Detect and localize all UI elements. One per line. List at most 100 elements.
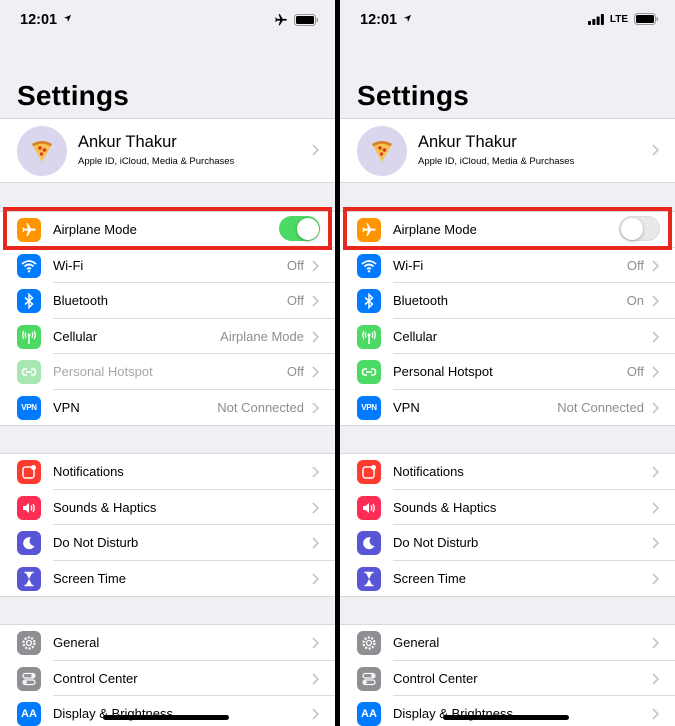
chevron-right-icon: [312, 572, 319, 585]
toggles-icon: [357, 666, 381, 691]
apple-id-profile-row[interactable]: Ankur Thakur Apple ID, iCloud, Media & P…: [0, 118, 335, 183]
general-row[interactable]: General: [0, 625, 335, 661]
general-group: General Control Center AA Display & Brig…: [0, 624, 335, 726]
page-title: Settings: [357, 80, 470, 111]
personal-hotspot-icon: [17, 360, 41, 384]
control-center-row[interactable]: Control Center: [0, 661, 335, 696]
avatar: [17, 126, 67, 176]
airplane-mode-toggle[interactable]: [619, 216, 660, 241]
chevron-right-icon: [312, 259, 319, 272]
airplane-mode-row: Airplane Mode: [0, 212, 335, 248]
pizza-icon: [372, 141, 392, 162]
notifications-row[interactable]: Notifications: [0, 454, 335, 490]
home-indicator[interactable]: [443, 715, 569, 720]
wifi-value: Off: [626, 257, 644, 273]
cellular-label: Cellular: [393, 328, 438, 344]
moon-icon: [17, 531, 41, 555]
bluetooth-icon: [357, 289, 381, 313]
hourglass-icon: [17, 566, 41, 591]
cellular-row[interactable]: Cellular Airplane Mode: [0, 319, 335, 354]
airplane-mode-toggle[interactable]: [279, 216, 320, 241]
airplane-status-icon: [275, 14, 287, 26]
home-indicator[interactable]: [103, 715, 229, 720]
do-not-disturb-row[interactable]: Do Not Disturb: [340, 525, 675, 561]
do-not-disturb-row[interactable]: Do Not Disturb: [0, 525, 335, 561]
status-time: 12:01: [20, 12, 58, 28]
notifications-icon: [17, 460, 41, 484]
wifi-row[interactable]: Wi-Fi Off: [0, 248, 335, 283]
general-group: General Control Center AA Display & Brig…: [340, 624, 675, 726]
screen-time-row[interactable]: Screen Time: [340, 561, 675, 597]
avatar: [357, 126, 407, 176]
bluetooth-row[interactable]: Bluetooth On: [340, 283, 675, 319]
bluetooth-value: On: [626, 293, 644, 308]
control-center-row[interactable]: Control Center: [340, 661, 675, 696]
chevron-right-icon: [312, 708, 319, 720]
status-bar: 12:01 LTE: [340, 0, 675, 42]
bluetooth-label: Bluetooth: [393, 293, 448, 308]
connectivity-group: Airplane Mode Wi-Fi Off Bluetooth Off Ce…: [0, 211, 335, 426]
chevron-right-icon: [652, 259, 659, 272]
personal-hotspot-icon: [357, 360, 381, 384]
chevron-right-icon: [652, 401, 659, 414]
cellular-antenna-icon: [357, 324, 381, 349]
personal-hotspot-row[interactable]: Personal Hotspot Off: [340, 354, 675, 390]
location-arrow-icon: [63, 14, 72, 23]
apple-id-profile-row[interactable]: Ankur Thakur Apple ID, iCloud, Media & P…: [340, 118, 675, 183]
chevron-right-icon: [312, 295, 319, 307]
gear-icon: [17, 631, 41, 655]
chevron-right-icon: [652, 708, 659, 720]
vpn-value: Not Connected: [217, 399, 304, 415]
chevron-right-icon: [652, 144, 659, 156]
location-arrow-icon: [403, 14, 412, 23]
bluetooth-row[interactable]: Bluetooth Off: [0, 283, 335, 319]
notifications-group: Notifications Sounds & Haptics Do Not Di…: [340, 453, 675, 597]
moon-icon: [357, 531, 381, 555]
bluetooth-label: Bluetooth: [53, 293, 108, 308]
profile-name: Ankur Thakur: [78, 133, 177, 151]
vpn-icon: VPN: [17, 395, 41, 420]
vpn-row[interactable]: VPN VPN Not Connected: [0, 390, 335, 426]
screen-time-row[interactable]: Screen Time: [0, 561, 335, 597]
chevron-right-icon: [652, 330, 659, 343]
chevron-right-icon: [312, 466, 319, 478]
cellular-row[interactable]: Cellular: [340, 319, 675, 354]
wifi-icon: [357, 253, 381, 278]
personal-hotspot-value: Off: [626, 364, 644, 379]
bluetooth-icon: [17, 289, 41, 313]
hourglass-icon: [357, 566, 381, 591]
profile-subtitle: Apple ID, iCloud, Media & Purchases: [418, 156, 575, 167]
vpn-label: VPN: [53, 399, 80, 415]
chevron-right-icon: [312, 537, 319, 549]
airplane-mode-label: Airplane Mode: [393, 222, 477, 237]
control-center-label: Control Center: [393, 670, 478, 686]
notifications-row[interactable]: Notifications: [340, 454, 675, 490]
personal-hotspot-label: Personal Hotspot: [53, 364, 153, 379]
wifi-row[interactable]: Wi-Fi Off: [340, 248, 675, 283]
personal-hotspot-row[interactable]: Personal Hotspot Off: [0, 354, 335, 390]
sounds-haptics-row[interactable]: Sounds & Haptics: [0, 490, 335, 525]
settings-screen-left: 12:01 Settings Ankur Thakur Apple ID, iC…: [0, 0, 335, 726]
cellular-antenna-icon: [17, 324, 41, 349]
cellular-label: Cellular: [53, 328, 98, 344]
screen-time-label: Screen Time: [393, 570, 466, 586]
vpn-icon: VPN: [357, 395, 381, 420]
chevron-right-icon: [312, 501, 319, 514]
do-not-disturb-label: Do Not Disturb: [53, 535, 139, 550]
wifi-value: Off: [286, 257, 304, 273]
display-brightness-icon: AA: [357, 702, 381, 726]
settings-screen-right: 12:01 LTE Settings Ankur Thakur Apple ID…: [340, 0, 675, 726]
display-brightness-row[interactable]: AA Display & Brightness: [0, 696, 335, 726]
chevron-right-icon: [312, 330, 319, 343]
profile-subtitle: Apple ID, iCloud, Media & Purchases: [78, 156, 235, 167]
signal-bars-icon: [587, 13, 604, 25]
sounds-haptics-row[interactable]: Sounds & Haptics: [340, 490, 675, 525]
general-row[interactable]: General: [340, 625, 675, 661]
gear-icon: [357, 631, 381, 655]
display-brightness-row[interactable]: AA Display & Brightness: [340, 696, 675, 726]
notifications-label: Notifications: [393, 464, 464, 479]
control-center-label: Control Center: [53, 670, 138, 686]
chevron-right-icon: [652, 501, 659, 514]
toggles-icon: [17, 666, 41, 691]
vpn-row[interactable]: VPN VPN Not Connected: [340, 390, 675, 426]
